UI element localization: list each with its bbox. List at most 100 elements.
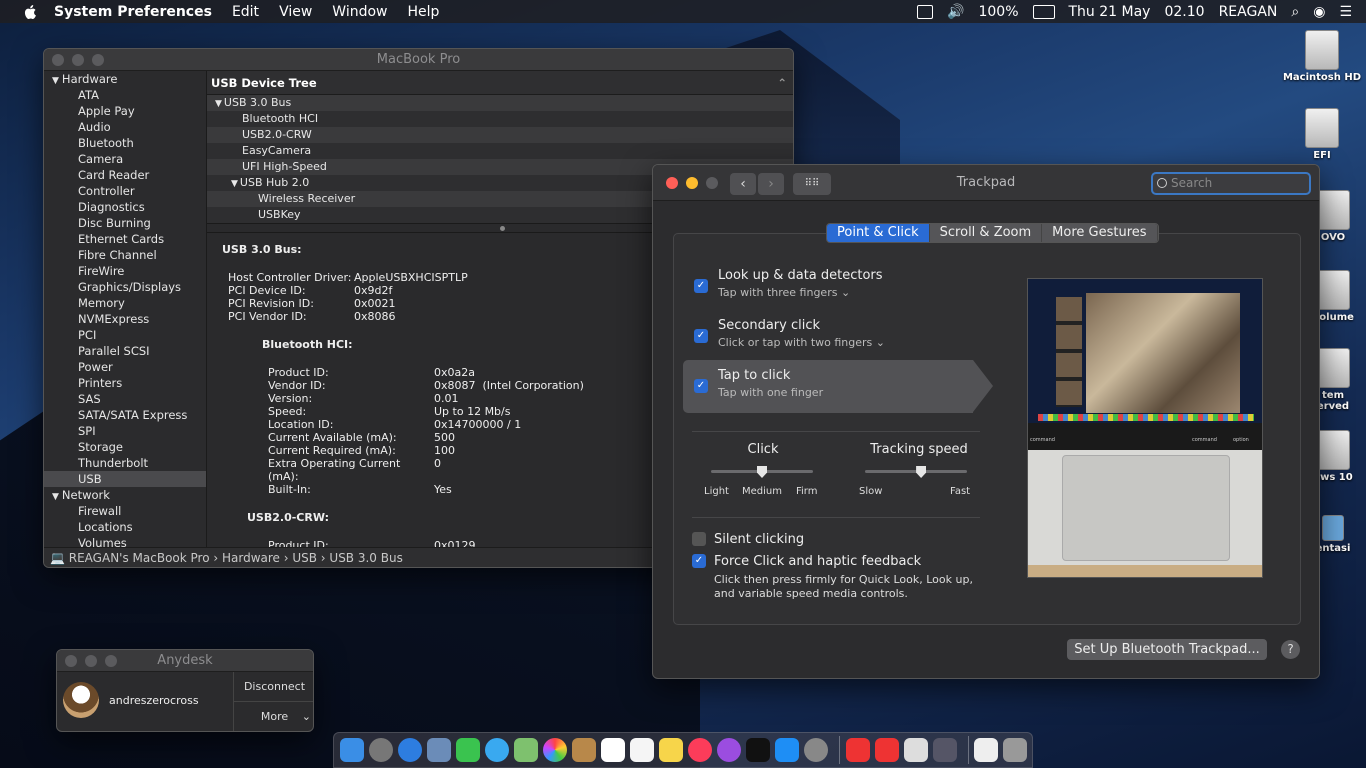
sidebar-group[interactable]: Network — [44, 487, 206, 503]
sidebar-item[interactable]: Fibre Channel — [44, 247, 206, 263]
messages-icon[interactable] — [485, 738, 509, 762]
zoom-button[interactable] — [105, 654, 117, 667]
sidebar-item[interactable]: Firewall — [44, 503, 206, 519]
path-text[interactable]: REAGAN's MacBook Pro › Hardware › USB › … — [69, 551, 403, 565]
sidebar-item[interactable]: FireWire — [44, 263, 206, 279]
menubar-user[interactable]: REAGAN — [1219, 4, 1278, 20]
preview-app-icon[interactable] — [903, 738, 928, 762]
menu-app-name[interactable]: System Preferences — [54, 4, 212, 20]
menu-view[interactable]: View — [279, 4, 312, 20]
minimize-button[interactable] — [85, 654, 97, 667]
podcasts-icon[interactable] — [717, 738, 741, 762]
anydesk-alt-icon[interactable] — [874, 738, 899, 762]
back-button[interactable]: ‹ — [730, 173, 756, 195]
sidebar-item[interactable]: SPI — [44, 423, 206, 439]
sidebar-item[interactable]: Ethernet Cards — [44, 231, 206, 247]
menu-edit[interactable]: Edit — [232, 4, 259, 20]
sidebar-item[interactable]: SAS — [44, 391, 206, 407]
more-dropdown[interactable]: More ⌄ — [233, 702, 313, 731]
safari-icon[interactable] — [398, 738, 422, 762]
secondary-click-dropdown[interactable]: Click or tap with two fingers ⌄ — [718, 336, 885, 349]
activity-monitor-icon[interactable] — [917, 4, 934, 19]
mail-icon[interactable] — [427, 738, 451, 762]
desktop-efi[interactable]: EFI — [1277, 108, 1366, 161]
sidebar-item[interactable]: Audio — [44, 119, 206, 135]
zoom-button[interactable] — [706, 176, 718, 189]
tab-point-click[interactable]: Point & Click — [827, 224, 930, 242]
apple-icon[interactable] — [20, 4, 40, 19]
close-button[interactable] — [52, 53, 64, 66]
music-icon[interactable] — [688, 738, 712, 762]
sidebar-item[interactable]: ATA — [44, 87, 206, 103]
tracking-speed-slider[interactable] — [865, 470, 967, 473]
close-button[interactable] — [666, 176, 678, 189]
spotlight-icon[interactable]: ⌕ — [1291, 4, 1299, 20]
finder-icon[interactable] — [340, 738, 364, 762]
photos-icon[interactable] — [543, 738, 567, 762]
tab-more-gestures[interactable]: More Gestures — [1042, 224, 1158, 242]
sidebar-item[interactable]: USB — [44, 471, 206, 487]
tree-row[interactable]: EasyCamera — [207, 143, 793, 159]
siri-icon[interactable]: ◉ — [1313, 4, 1325, 20]
sidebar-item[interactable]: Memory — [44, 295, 206, 311]
tree-row[interactable]: USB 3.0 Bus — [207, 95, 793, 111]
maps-icon[interactable] — [514, 738, 538, 762]
tree-row[interactable]: Bluetooth HCI — [207, 111, 793, 127]
menubar-time[interactable]: 02.10 — [1164, 4, 1204, 20]
launchpad-icon[interactable] — [369, 738, 393, 762]
system-preferences-icon[interactable] — [804, 738, 828, 762]
apple-tv-icon[interactable] — [746, 738, 770, 762]
sidebar-item[interactable]: Graphics/Displays — [44, 279, 206, 295]
tap-to-click-checkbox[interactable]: ✓ — [694, 379, 708, 393]
sidebar-item[interactable]: PCI — [44, 327, 206, 343]
tab-scroll-zoom[interactable]: Scroll & Zoom — [929, 224, 1043, 242]
volume-icon[interactable]: 🔊 — [947, 4, 964, 20]
zoom-button[interactable] — [92, 53, 104, 66]
sidebar-item[interactable]: Apple Pay — [44, 103, 206, 119]
reminders-icon[interactable] — [630, 738, 654, 762]
silent-clicking-checkbox[interactable] — [692, 532, 706, 546]
sidebar-item[interactable]: Diagnostics — [44, 199, 206, 215]
sidebar-item[interactable]: Card Reader — [44, 167, 206, 183]
show-all-grid-icon[interactable]: ⠿⠿ — [793, 173, 831, 195]
search-input[interactable]: Search — [1151, 172, 1311, 195]
sidebar-item[interactable]: Camera — [44, 151, 206, 167]
contacts-icon[interactable] — [572, 738, 596, 762]
sidebar-item[interactable]: Parallel SCSI — [44, 343, 206, 359]
tracking-speed-knob[interactable] — [916, 466, 927, 478]
lookup-checkbox[interactable]: ✓ — [694, 279, 708, 293]
sidebar-item[interactable]: Thunderbolt — [44, 455, 206, 471]
desktop-macintosh-hd[interactable]: Macintosh HD — [1277, 30, 1366, 83]
lookup-gesture-dropdown[interactable]: Tap with three fingers ⌄ — [718, 286, 850, 299]
secondary-click-checkbox[interactable]: ✓ — [694, 329, 708, 343]
sidebar-item[interactable]: Storage — [44, 439, 206, 455]
battery-percent[interactable]: 100% — [978, 4, 1018, 20]
app-store-icon[interactable] — [775, 738, 799, 762]
disconnect-button[interactable]: Disconnect — [233, 672, 313, 702]
minimize-button[interactable] — [72, 53, 84, 66]
menu-help[interactable]: Help — [408, 4, 440, 20]
help-button[interactable]: ? — [1281, 640, 1300, 659]
tree-header[interactable]: USB Device Tree — [207, 71, 793, 95]
trash-icon[interactable] — [1003, 738, 1027, 762]
battery-icon[interactable] — [1032, 4, 1055, 19]
sidebar-item[interactable]: Locations — [44, 519, 206, 535]
notification-center-icon[interactable]: ☰ — [1339, 4, 1352, 20]
minimize-button[interactable] — [686, 176, 698, 189]
system-information-icon[interactable] — [932, 738, 957, 762]
setup-bluetooth-trackpad-button[interactable]: Set Up Bluetooth Trackpad... — [1067, 639, 1267, 660]
sidebar-item[interactable]: Disc Burning — [44, 215, 206, 231]
sidebar-item[interactable]: Controller — [44, 183, 206, 199]
anydesk-icon[interactable] — [845, 738, 870, 762]
sidebar-group[interactable]: Hardware — [44, 71, 206, 87]
facetime-icon[interactable] — [456, 738, 480, 762]
sidebar-item[interactable]: Power — [44, 359, 206, 375]
tree-row[interactable]: USB2.0-CRW — [207, 127, 793, 143]
sidebar-item[interactable]: Bluetooth — [44, 135, 206, 151]
force-click-checkbox[interactable]: ✓ — [692, 554, 706, 568]
notes-icon[interactable] — [659, 738, 683, 762]
sidebar-item[interactable]: NVMExpress — [44, 311, 206, 327]
menubar-date[interactable]: Thu 21 May — [1069, 4, 1151, 20]
document-icon[interactable] — [974, 738, 998, 762]
menu-window[interactable]: Window — [332, 4, 387, 20]
